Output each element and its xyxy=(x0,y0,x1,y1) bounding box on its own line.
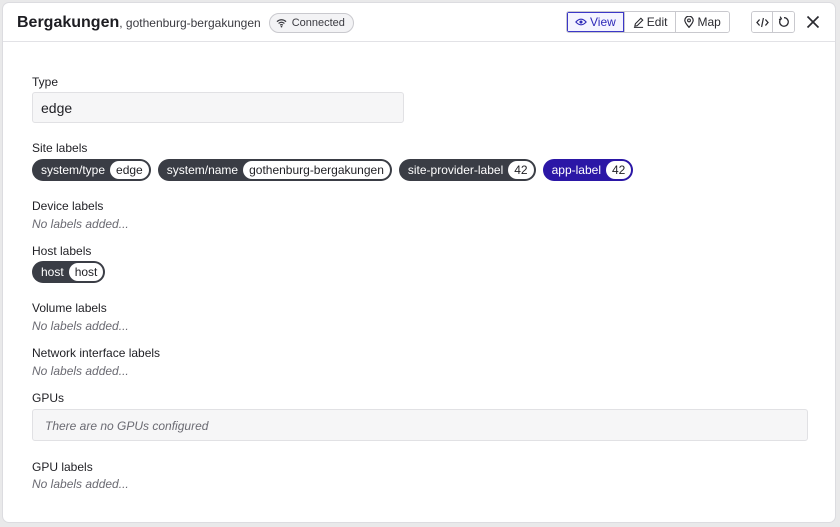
code-icon xyxy=(755,17,769,27)
eye-icon xyxy=(575,18,587,26)
map-pin-icon xyxy=(684,16,695,28)
title-wrap: Bergakungen , gothenburg-bergakungen Con… xyxy=(17,13,354,33)
close-button[interactable] xyxy=(803,12,823,32)
refresh-button[interactable] xyxy=(773,12,794,32)
map-button[interactable]: Map xyxy=(676,12,729,32)
status-badge: Connected xyxy=(268,13,354,33)
view-label: View xyxy=(590,15,616,29)
gpu-labels-empty: No labels added... xyxy=(32,477,129,491)
page-subtitle: , gothenburg-bergakungen xyxy=(119,16,261,30)
gpus-heading: GPUs xyxy=(32,391,65,405)
chip-value: 42 xyxy=(605,161,632,179)
site-labels-heading: Site labels xyxy=(32,141,88,155)
wifi-icon xyxy=(276,19,287,28)
site-labels-row: system/type edge system/name gothenburg-… xyxy=(32,159,640,181)
gpus-empty-box: There are no GPUs configured xyxy=(32,409,808,441)
view-button[interactable]: View xyxy=(567,12,625,32)
site-label-chip: site-provider-label 42 xyxy=(398,159,536,181)
chip-key: system/type xyxy=(41,163,106,177)
modal-header: Bergakungen , gothenburg-bergakungen Con… xyxy=(3,3,835,42)
site-details-modal: Bergakungen , gothenburg-bergakungen Con… xyxy=(3,3,835,522)
chip-key: app-label xyxy=(551,163,601,177)
refresh-icon xyxy=(778,16,789,27)
close-icon xyxy=(806,15,820,29)
site-label-chip: system/name gothenburg-bergakungen xyxy=(157,159,392,181)
type-heading: Type xyxy=(32,75,59,89)
site-label-chip-app: app-label 42 xyxy=(542,159,634,181)
host-labels-row: host host xyxy=(32,261,112,283)
view-mode-toggle: View Edit Map xyxy=(566,11,730,33)
status-text: Connected xyxy=(291,17,345,29)
pencil-icon xyxy=(633,17,644,28)
device-labels-empty: No labels added... xyxy=(32,217,129,231)
chip-key: system/name xyxy=(166,163,239,177)
edit-button[interactable]: Edit xyxy=(624,12,677,32)
map-label: Map xyxy=(697,15,721,29)
volume-labels-heading: Volume labels xyxy=(32,301,107,315)
chip-key: host xyxy=(41,265,64,279)
network-labels-heading: Network interface labels xyxy=(32,346,161,360)
chip-value: 42 xyxy=(508,161,534,179)
chip-key: site-provider-label xyxy=(407,163,504,177)
tool-buttons xyxy=(751,11,795,33)
type-value-field: edge xyxy=(32,92,404,123)
network-labels-empty: No labels added... xyxy=(32,364,129,378)
volume-labels-empty: No labels added... xyxy=(32,319,129,333)
gpu-labels-heading: GPU labels xyxy=(32,460,93,474)
code-view-button[interactable] xyxy=(752,12,773,32)
edit-label: Edit xyxy=(646,15,668,29)
host-label-chip: host host xyxy=(32,261,106,283)
device-labels-heading: Device labels xyxy=(32,199,104,213)
chip-value: gothenburg-bergakungen xyxy=(243,161,390,179)
page-title: Bergakungen xyxy=(17,14,120,31)
site-label-chip: system/type edge xyxy=(32,159,151,181)
chip-value: host xyxy=(68,263,104,281)
chip-value: edge xyxy=(110,161,149,179)
host-labels-heading: Host labels xyxy=(32,244,92,258)
